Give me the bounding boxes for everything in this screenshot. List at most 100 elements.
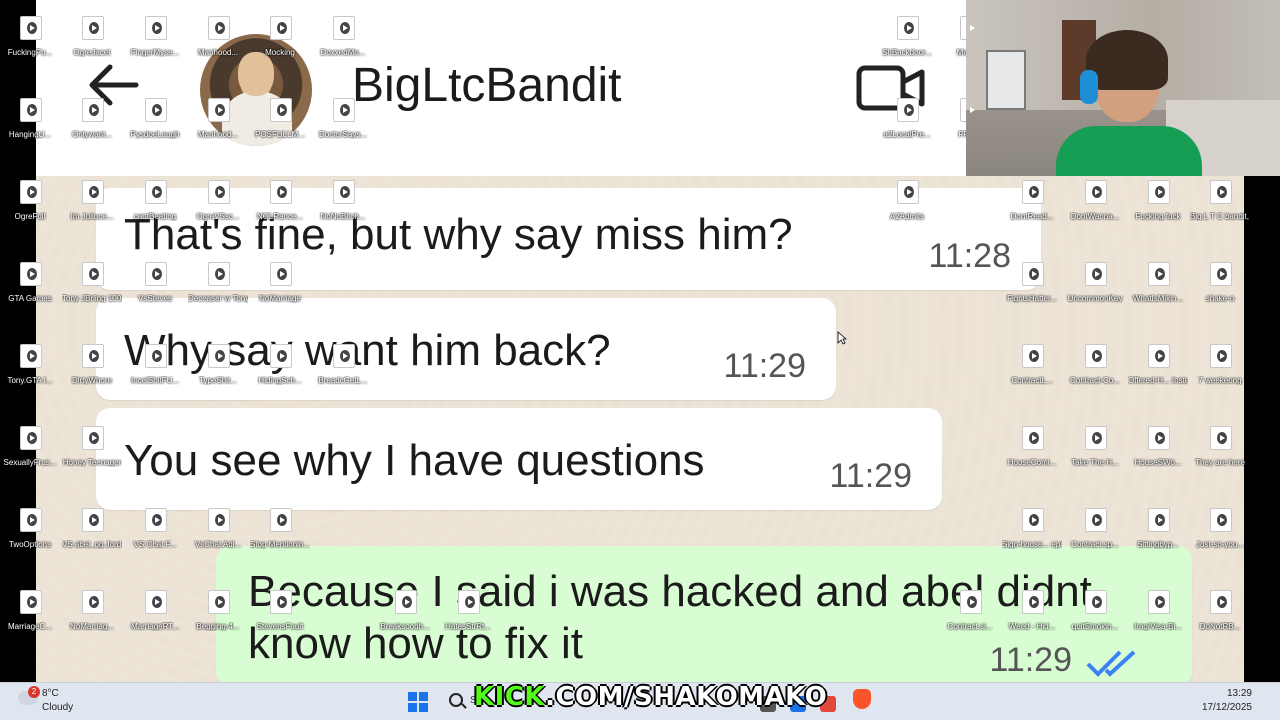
desktop-video-file-icon[interactable]: VsSteves xyxy=(125,250,185,310)
video-file-icon xyxy=(270,508,292,532)
video-file-icon xyxy=(82,98,104,122)
desktop-video-file-icon[interactable]: WhatIsMikin... xyxy=(1128,250,1188,310)
desktop-video-file-icon[interactable]: Deceaser w TonyGTA xyxy=(188,250,248,310)
video-file-icon xyxy=(145,98,167,122)
contact-name[interactable]: BigLtcBandit xyxy=(352,58,622,113)
desktop-video-file-icon[interactable]: HouseSWo... xyxy=(1128,414,1188,474)
desktop-video-file-icon[interactable]: VS abel_og Jord-Wizent xyxy=(62,496,122,556)
desktop-video-file-icon[interactable]: MarriageRT... xyxy=(125,578,185,638)
desktop-icon-label: UncommonKey xyxy=(1067,294,1123,303)
desktop-video-file-icon[interactable]: HouseComi... xyxy=(1002,414,1062,474)
desktop-video-file-icon[interactable]: Tony.GTA I... xyxy=(0,332,60,392)
desktop-video-file-icon[interactable]: A2Admits xyxy=(877,168,937,228)
desktop-video-file-icon[interactable]: Mocking xyxy=(250,4,310,64)
message-time: 11:29 xyxy=(829,457,912,495)
video-file-icon xyxy=(1085,344,1107,368)
desktop-video-file-icon[interactable]: Contract.si... xyxy=(940,578,1000,638)
desktop-video-file-icon[interactable]: NoMarriag... xyxy=(62,578,122,638)
desktop-video-file-icon[interactable]: GTA Games xyxy=(0,250,60,310)
desktop-video-file-icon[interactable]: IncelShitFU... xyxy=(125,332,185,392)
video-file-icon xyxy=(1148,590,1170,614)
desktop-video-file-icon[interactable]: a2LocalPre... xyxy=(877,86,937,146)
desktop-video-file-icon[interactable]: DoctorSays... xyxy=(313,86,373,146)
desktop-video-file-icon[interactable]: ContractL... xyxy=(1002,332,1062,392)
desktop-video-file-icon[interactable]: cantBeating xyxy=(125,168,185,228)
desktop-video-file-icon[interactable]: TwoOptions xyxy=(0,496,60,556)
video-file-icon xyxy=(1022,426,1044,450)
desktop-video-file-icon[interactable]: Take The H... xyxy=(1065,414,1125,474)
weather-temperature[interactable]: 8°C xyxy=(42,688,59,699)
desktop-video-file-icon[interactable]: 7 weekeong xyxy=(1190,332,1250,392)
desktop-video-file-icon[interactable]: HangingU... xyxy=(0,86,60,146)
desktop-video-file-icon[interactable]: Sign-house... ep4994 xyxy=(1002,496,1062,556)
desktop-video-file-icon[interactable]: FightsHatter... xyxy=(1002,250,1062,310)
desktop-icon-label: OgreFull xyxy=(14,212,46,221)
desktop-video-file-icon[interactable]: MarriageC... xyxy=(0,578,60,638)
desktop-video-file-icon[interactable]: Offered-H... Instead xyxy=(1128,332,1188,392)
desktop-video-file-icon[interactable]: NoMarriage xyxy=(250,250,310,310)
desktop-video-file-icon[interactable]: DontWanna... xyxy=(1065,168,1125,228)
video-file-icon xyxy=(270,590,292,614)
desktop-video-file-icon[interactable]: Contract-Co... xyxy=(1065,332,1125,392)
desktop-video-file-icon[interactable]: DoNotRB... xyxy=(1190,578,1250,638)
desktop-video-file-icon[interactable]: Weed - Hid... xyxy=(1002,578,1062,638)
desktop-video-file-icon[interactable]: HatesStrRt... xyxy=(438,578,498,638)
desktop-video-file-icon[interactable]: POSFULLM... xyxy=(250,86,310,146)
desktop-icon-label: DirtyWhore xyxy=(71,376,112,385)
desktop-video-file-icon[interactable]: UncommonKey xyxy=(1065,250,1125,310)
desktop-video-file-icon[interactable]: NoNoBitch... xyxy=(313,168,373,228)
desktop-video-file-icon[interactable]: Big L T C bandit, h... xyxy=(1190,168,1250,228)
desktop-video-file-icon[interactable]: VS Chat F... xyxy=(125,496,185,556)
video-file-icon xyxy=(1085,590,1107,614)
clock-date[interactable]: 17/12/2025 xyxy=(1202,702,1252,713)
desktop-video-file-icon[interactable]: SexuallyFrus... xyxy=(0,414,60,474)
desktop-video-file-icon[interactable]: Sittingbyp... xyxy=(1128,496,1188,556)
weather-condition[interactable]: Cloudy xyxy=(42,702,73,713)
video-file-icon xyxy=(1148,180,1170,204)
desktop-video-file-icon[interactable]: quitSmokin... xyxy=(1065,578,1125,638)
desktop-video-file-icon[interactable]: Contract.sp... xyxy=(1065,496,1125,556)
desktop-video-file-icon[interactable]: HidingSch... xyxy=(250,332,310,392)
desktop-video-file-icon[interactable]: Manhood... xyxy=(188,86,248,146)
desktop-video-file-icon[interactable]: OgreVSsc... xyxy=(188,168,248,228)
message-bubble-incoming[interactable]: You see why I have questions 11:29 xyxy=(96,408,942,510)
desktop-video-file-icon[interactable]: DontRead... xyxy=(1002,168,1062,228)
desktop-video-file-icon[interactable]: Begging-4... xyxy=(188,578,248,638)
brave-browser-icon[interactable] xyxy=(853,689,871,709)
desktop-video-file-icon[interactable]: Iraq/Visa-Bi... xyxy=(1128,578,1188,638)
desktop-video-file-icon[interactable]: BreadcGetL... xyxy=(313,332,373,392)
desktop-video-file-icon[interactable]: PysdoeLaugh xyxy=(125,86,185,146)
desktop-video-file-icon[interactable]: FingerMyse... xyxy=(125,4,185,64)
desktop-video-file-icon[interactable]: DoxxedMo... xyxy=(313,4,373,64)
desktop-video-file-icon[interactable]: Just-so-you... xyxy=(1190,496,1250,556)
desktop-video-file-icon[interactable]: Fucking fuck xyxy=(1128,168,1188,228)
desktop-video-file-icon[interactable]: FuckingPu... xyxy=(0,4,60,64)
desktop-video-file-icon[interactable]: OgreJacet xyxy=(62,4,122,64)
desktop-video-file-icon[interactable]: DirtyWhore xyxy=(62,332,122,392)
desktop-video-file-icon[interactable]: ShBackdoor... xyxy=(877,4,937,64)
desktop-video-file-icon[interactable]: VsChat Adi... xyxy=(188,496,248,556)
desktop-video-file-icon[interactable]: Tony JBrling 100subs xyxy=(62,250,122,310)
desktop-icon-label: DontRead... xyxy=(1010,212,1054,221)
windows-start-icon[interactable] xyxy=(408,692,428,712)
desktop-video-file-icon[interactable]: They are here xyxy=(1190,414,1250,474)
desktop-video-file-icon[interactable]: Breaksoodh... xyxy=(375,578,435,638)
desktop-video-file-icon[interactable]: StevensFault xyxy=(250,578,310,638)
desktop-video-file-icon[interactable]: Im Juliuce... xyxy=(62,168,122,228)
desktop-video-file-icon[interactable]: NOLRance... xyxy=(250,168,310,228)
video-file-icon xyxy=(208,344,230,368)
desktop-video-file-icon[interactable]: Stop Mentionin... xyxy=(250,496,310,556)
video-file-icon xyxy=(145,16,167,40)
desktop-video-file-icon[interactable]: shake-o xyxy=(1190,250,1250,310)
desktop-video-file-icon[interactable]: TypeShit... xyxy=(188,332,248,392)
search-icon[interactable] xyxy=(449,693,463,707)
desktop-video-file-icon[interactable]: OgreFull xyxy=(0,168,60,228)
desktop-video-file-icon[interactable]: Honey Teenager xyxy=(62,414,122,474)
clock-time[interactable]: 13:29 xyxy=(1227,688,1252,699)
video-file-icon xyxy=(1148,426,1170,450)
desktop-video-file-icon[interactable]: Onlywant... xyxy=(62,86,122,146)
desktop-icon-label: HidingSch... xyxy=(258,376,302,385)
desktop-icon-label: TypeShit... xyxy=(199,376,237,385)
desktop-video-file-icon[interactable]: Manhood... xyxy=(188,4,248,64)
desktop-icon-label: DoNotRB... xyxy=(1199,622,1241,631)
